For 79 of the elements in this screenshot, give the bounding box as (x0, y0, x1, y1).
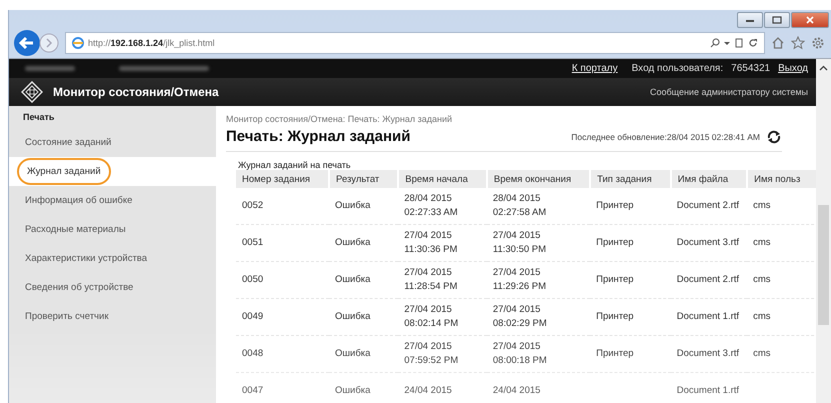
table-cell: Принтер (590, 298, 671, 336)
table-cell: 0047 (236, 372, 330, 403)
column-header: Результат (329, 170, 398, 188)
table-cell: 27/04 2015 11:30:36 PM (398, 224, 487, 262)
close-button[interactable] (791, 12, 829, 28)
page-icon[interactable] (734, 38, 744, 48)
sidebar-heading: Печать (22, 112, 56, 124)
table-cell: 0049 (236, 298, 330, 336)
star-icon[interactable] (791, 36, 805, 50)
page-icon (72, 37, 84, 49)
table-cell: 28/04 2015 02:27:58 AM (486, 188, 590, 224)
app-title: Монитор состояния/Отмена (53, 85, 219, 99)
close-icon (805, 16, 815, 24)
column-header: Время начала (398, 170, 487, 188)
page-title: Печать: Журнал заданий (226, 128, 412, 145)
table-cell: 27/04 2015 07:59:52 PM (398, 336, 487, 372)
column-header: Имя файла (670, 170, 748, 188)
table-cell: Принтер (590, 262, 671, 298)
login-label: Вход пользователя: (632, 63, 724, 74)
settings-icon[interactable] (811, 36, 825, 50)
address-bar[interactable]: http://192.168.1.24/jlk_plist.html (65, 32, 765, 54)
admin-message-link[interactable]: Сообщение администратору системы (650, 87, 808, 97)
table-cell: 27/04 2015 08:02:14 PM (398, 298, 487, 336)
sidebar-item[interactable]: Сведения об устройстве (9, 273, 216, 302)
search-icon[interactable] (710, 38, 720, 48)
back-button[interactable] (13, 29, 41, 57)
table-cell: 0052 (236, 188, 330, 224)
table-cell: Принтер (590, 224, 671, 262)
refresh-icon[interactable] (748, 38, 758, 48)
sidebar-item[interactable]: Состояние заданий (9, 128, 216, 157)
table-cell: Ошибка (329, 262, 398, 298)
table-cell: 27/04 2015 08:02:29 PM (486, 298, 590, 336)
table-cell: 0051 (236, 224, 330, 262)
table-cell: Document 3.rtf (670, 224, 748, 262)
logo-icon (21, 81, 43, 103)
sidebar-item[interactable]: Проверить счетчик (9, 302, 216, 331)
table-cell: 28/04 2015 02:27:33 AM (398, 188, 487, 224)
table-cell: 27/04 2015 11:29:26 PM (486, 262, 590, 298)
scroll-up-icon[interactable] (819, 65, 828, 71)
table-cell: 0048 (236, 336, 330, 372)
table-cell: Document 1.rtf (670, 298, 748, 336)
minimize-button[interactable] (737, 12, 763, 28)
table-cell: Document 3.rtf (670, 336, 748, 372)
column-header: Время окончания (486, 170, 590, 188)
scrollbar[interactable] (816, 59, 831, 403)
portal-link[interactable]: К порталу (572, 63, 618, 74)
table-cell: 24/04 2015 (486, 372, 590, 403)
sidebar-item[interactable]: Журнал заданий (9, 157, 216, 186)
maximize-icon (772, 16, 782, 24)
table-cell: 27/04 2015 08:00:18 PM (486, 336, 590, 372)
table-cell: Document 2.rtf (670, 188, 748, 224)
sidebar-item[interactable]: Расходные материалы (9, 215, 216, 244)
table-cell: 24/04 2015 (398, 372, 487, 403)
sidebar-item[interactable]: Характеристики устройства (9, 244, 216, 273)
table-caption: Журнал заданий на печать (238, 160, 352, 170)
table-cell: Ошибка (329, 298, 398, 336)
table-cell: Ошибка (329, 224, 398, 262)
refresh-icon[interactable] (766, 130, 782, 144)
minimize-icon (745, 17, 755, 23)
login-id: 7654321 (731, 63, 770, 74)
home-icon[interactable] (771, 36, 785, 50)
table-cell: Ошибка (329, 336, 398, 372)
table-cell: Принтер (590, 188, 671, 224)
column-header: Номер задания (236, 170, 330, 188)
maximize-button[interactable] (764, 12, 790, 28)
column-header: Тип задания (590, 170, 671, 188)
table-cell: Ошибка (329, 372, 398, 403)
blurred-text (25, 66, 75, 71)
column-header: Имя польз (747, 170, 816, 188)
logout-link[interactable]: Выход (778, 63, 808, 74)
table-cell: 27/04 2015 11:30:50 PM (486, 224, 590, 262)
table-cell: Ошибка (329, 188, 398, 224)
sidebar-item[interactable]: Информация об ошибке (9, 186, 216, 215)
table-cell: 0050 (236, 262, 330, 298)
last-update-text: Последнее обновление:28/04 2015 02:28:41 AM (571, 132, 760, 142)
breadcrumb: Монитор состояния/Отмена: Печать: Журнал заданий (226, 114, 454, 124)
table-cell: Document 2.rtf (670, 262, 748, 298)
table-cell: Document 1.rtf (670, 372, 748, 403)
table-cell: 27/04 2015 11:28:54 PM (398, 262, 487, 298)
